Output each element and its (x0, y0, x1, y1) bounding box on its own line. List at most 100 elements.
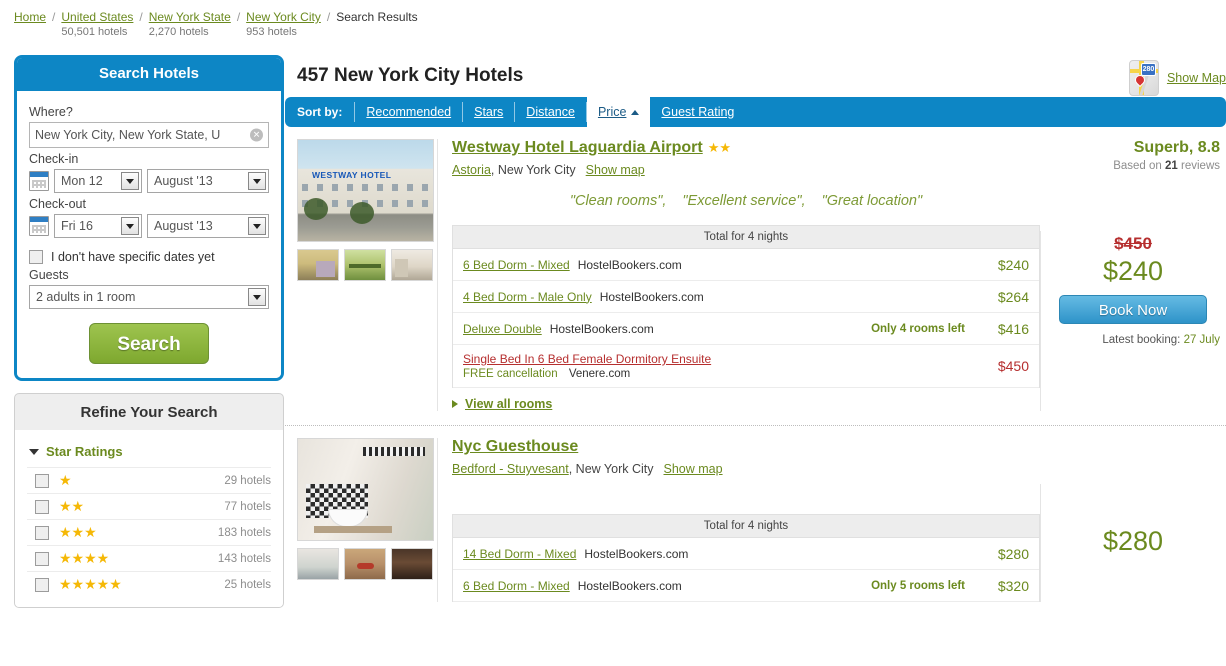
room-row[interactable]: Deluxe Double HostelBookers.com Only 4 r… (453, 313, 1039, 345)
room-provider: HostelBookers.com (549, 321, 654, 336)
breadcrumb-link-new-york-state[interactable]: New York State (149, 10, 231, 24)
rooms-table-header: Total for 4 nights (453, 515, 1039, 538)
latest-booking-value: 27 July (1183, 334, 1220, 346)
room-price: $240 (997, 256, 1029, 273)
star-glyphs-3: ★★★ (59, 524, 97, 540)
room-name-link[interactable]: Deluxe Double (463, 322, 542, 336)
sort-option-recommended[interactable]: Recommended (355, 97, 462, 127)
book-now-button[interactable]: Book Now (1059, 295, 1207, 324)
room-row[interactable]: 6 Bed Dorm - Mixed HostelBookers.com $24… (453, 249, 1039, 281)
star-glyphs-4: ★★★★ (59, 550, 110, 566)
hotel-listing: Westway Hotel Laguardia Airport ★★ Astori… (285, 127, 1226, 425)
room-row[interactable]: Single Bed In 6 Bed Female Dormitory Ens… (453, 345, 1039, 388)
hotel-exterior-photo[interactable] (297, 139, 434, 242)
room-row[interactable]: 14 Bed Dorm - Mixed HostelBookers.com $2… (453, 538, 1039, 570)
room-thumb-2[interactable] (344, 548, 386, 580)
breadcrumb-link-home[interactable]: Home (14, 10, 46, 24)
hotel-show-map-link[interactable]: Show map (586, 163, 645, 177)
hotel-neighborhood-link[interactable]: Bedford - Stuyvesant (452, 462, 569, 476)
calendar-icon[interactable] (29, 171, 49, 191)
checkin-month-value: August '13 (154, 174, 213, 188)
sort-option-stars[interactable]: Stars (463, 97, 514, 127)
latest-booking-label: Latest booking: (1102, 334, 1181, 346)
room-thumb-1[interactable] (297, 249, 339, 281)
calendar-icon[interactable] (29, 216, 49, 236)
star-filter-checkbox-2[interactable] (35, 499, 49, 514)
current-price: $280 (1102, 526, 1164, 556)
breadcrumb-item-new-york-city[interactable]: New York City 953 hotels (246, 10, 321, 38)
hotel-neighborhood-link[interactable]: Astoria (452, 163, 491, 177)
hotel-location-row: Bedford - Stuyvesant, New York City Show … (452, 462, 1040, 476)
search-button[interactable]: Search (89, 323, 209, 364)
star-filter-row[interactable]: ★ 29 hotels (27, 467, 271, 493)
breadcrumb-sub-new-york-state: 2,270 hotels (148, 26, 209, 38)
no-dates-checkbox[interactable] (29, 250, 43, 264)
star-filter-checkbox-3[interactable] (35, 525, 49, 540)
room-price: $416 (997, 320, 1029, 337)
room-provider: Venere.com (568, 368, 631, 380)
checkin-day-select[interactable]: Mon 12 (54, 169, 142, 193)
hotel-name-link[interactable]: Nyc Guesthouse (452, 438, 578, 455)
view-all-rooms-control[interactable]: View all rooms (452, 397, 1040, 411)
star-count-1: 29 hotels (224, 474, 271, 487)
room-thumb-2[interactable] (344, 249, 386, 281)
sort-option-price[interactable]: Price (586, 97, 651, 127)
star-filter-checkbox-4[interactable] (35, 551, 49, 566)
refine-search-title: Refine Your Search (80, 404, 218, 421)
star-filter-row[interactable]: ★★★★ 143 hotels (27, 545, 271, 571)
chevron-down-icon[interactable] (121, 172, 139, 190)
checkout-day-select[interactable]: Fri 16 (54, 214, 142, 238)
guests-select[interactable]: 2 adults in 1 room (29, 285, 269, 309)
chevron-down-icon[interactable] (29, 448, 39, 455)
show-map-link[interactable]: Show Map (1167, 71, 1226, 85)
sort-option-distance[interactable]: Distance (515, 97, 586, 127)
breadcrumb-item-united-states[interactable]: United States 50,501 hotels (61, 10, 133, 38)
view-all-rooms-link[interactable]: View all rooms (465, 397, 552, 411)
chevron-down-icon[interactable] (248, 217, 266, 235)
original-price: $450 (1114, 234, 1152, 253)
chevron-right-icon (452, 400, 458, 408)
bathroom-photo[interactable] (297, 438, 434, 541)
hotel-info-column: Nyc Guesthouse Bedford - Stuyvesant, New… (437, 438, 1040, 602)
price-card: $450 $240 Book Now (1040, 234, 1226, 324)
clear-icon[interactable]: ✕ (250, 128, 263, 142)
sort-by-label: Sort by: (297, 105, 343, 119)
guest-rating-text: Superb, 8.8 (1133, 139, 1220, 156)
chevron-down-icon[interactable] (121, 217, 139, 235)
star-filter-row[interactable]: ★★ 77 hotels (27, 493, 271, 519)
room-row[interactable]: 4 Bed Dorm - Male Only HostelBookers.com… (453, 281, 1039, 313)
checkin-month-select[interactable]: August '13 (147, 169, 269, 193)
room-thumb-3[interactable] (391, 548, 433, 580)
chevron-down-icon[interactable] (248, 172, 266, 190)
star-count-2: 77 hotels (224, 500, 271, 513)
star-filter-checkbox-1[interactable] (35, 473, 49, 488)
hotel-show-map-link[interactable]: Show map (664, 462, 723, 476)
chevron-down-icon[interactable] (248, 288, 266, 306)
show-map-control[interactable]: 280 Show Map (1128, 60, 1226, 96)
breadcrumb-link-united-states[interactable]: United States (61, 10, 133, 24)
breadcrumb-link-new-york-city[interactable]: New York City (246, 10, 321, 24)
current-price: $240 (1102, 256, 1164, 286)
room-name-link[interactable]: 14 Bed Dorm - Mixed (463, 547, 576, 561)
checkout-month-select[interactable]: August '13 (147, 214, 269, 238)
hotel-name-link[interactable]: Westway Hotel Laguardia Airport (452, 139, 703, 156)
reviews-summary: Based on 21 reviews (1040, 160, 1226, 172)
room-row[interactable]: 6 Bed Dorm - Mixed HostelBookers.com Onl… (453, 570, 1039, 602)
room-thumb-1[interactable] (297, 548, 339, 580)
room-name-link[interactable]: Single Bed In 6 Bed Female Dormitory Ens… (463, 352, 711, 366)
room-name-link[interactable]: 6 Bed Dorm - Mixed (463, 579, 570, 593)
breadcrumb-separator: / (139, 10, 143, 24)
breadcrumb-item-new-york-state[interactable]: New York State 2,270 hotels (149, 10, 231, 38)
star-ratings-label: Star Ratings (46, 444, 123, 459)
no-dates-row[interactable]: I don't have specific dates yet (29, 250, 269, 264)
star-filter-checkbox-5[interactable] (35, 577, 49, 592)
star-filter-row[interactable]: ★★★★★ 25 hotels (27, 571, 271, 597)
room-name-link[interactable]: 6 Bed Dorm - Mixed (463, 258, 570, 272)
star-ratings-group-header[interactable]: Star Ratings (29, 444, 271, 459)
breadcrumb-item-home[interactable]: Home (14, 10, 46, 26)
room-thumb-3[interactable] (391, 249, 433, 281)
where-input[interactable]: New York City, New York State, U (29, 122, 269, 148)
room-name-link[interactable]: 4 Bed Dorm - Male Only (463, 290, 592, 304)
sort-option-guest-rating[interactable]: Guest Rating (650, 97, 745, 127)
star-filter-row[interactable]: ★★★ 183 hotels (27, 519, 271, 545)
